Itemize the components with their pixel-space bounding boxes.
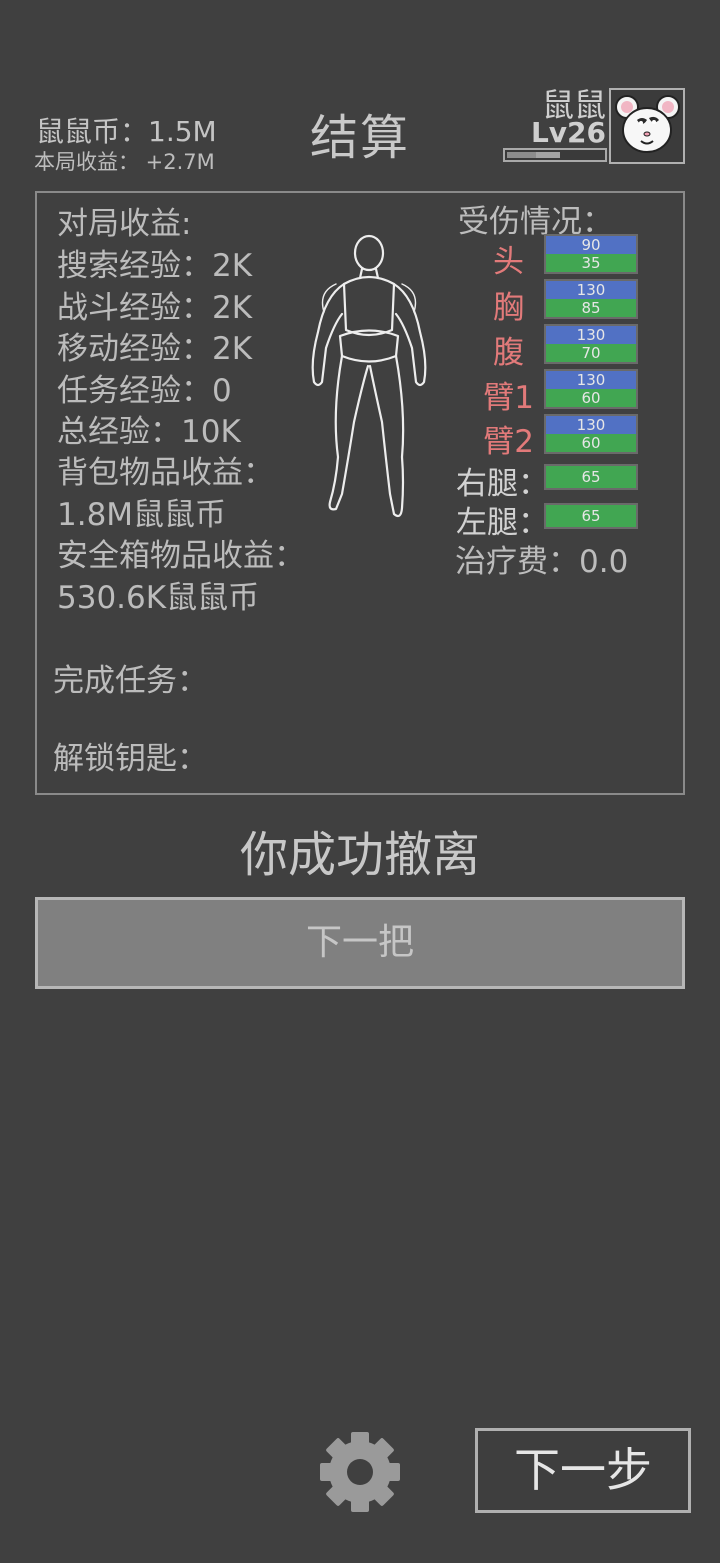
backpack-income-value: 1.8M鼠鼠币 xyxy=(57,497,227,533)
total-exp: 总经验：10K xyxy=(57,414,241,450)
head-hp: 90 35 xyxy=(544,234,638,274)
abdomen-hp: 130 70 xyxy=(544,324,638,364)
treatment-fee: 治疗费：0.0 xyxy=(455,544,629,580)
head-hp-max: 90 xyxy=(546,236,636,254)
task-exp: 任务经验：0 xyxy=(57,373,232,409)
settings-button[interactable] xyxy=(318,1430,402,1514)
abdomen-hp-current: 70 xyxy=(546,344,636,362)
right-leg-hp: 65 xyxy=(544,464,638,490)
completed-tasks-label: 完成任务： xyxy=(53,663,208,699)
gear-icon xyxy=(320,1432,400,1512)
arm2-hp: 130 60 xyxy=(544,414,638,454)
chest-hp-max: 130 xyxy=(546,281,636,299)
avatar[interactable] xyxy=(609,88,685,164)
arm2-hp-current: 60 xyxy=(546,434,636,452)
next-step-button[interactable]: 下一步 xyxy=(475,1428,691,1513)
match-income-heading: 对局收益: xyxy=(57,206,192,242)
player-level: Lv26 xyxy=(530,116,606,149)
search-exp: 搜索经验：2K xyxy=(57,248,253,284)
chest-hp-current: 85 xyxy=(546,299,636,317)
backpack-income-label: 背包物品收益： xyxy=(57,455,274,491)
arm2-label: 臂2 xyxy=(483,424,534,460)
head-hp-current: 35 xyxy=(546,254,636,272)
xp-progress-bar xyxy=(503,148,607,162)
arm1-hp-current: 60 xyxy=(546,389,636,407)
xp-progress-fill-highlight xyxy=(536,152,560,158)
combat-exp: 战斗经验：2K xyxy=(57,290,253,326)
move-exp: 移动经验：2K xyxy=(57,331,253,367)
left-leg-hp: 65 xyxy=(544,503,638,529)
safebox-income-label: 安全箱物品收益： xyxy=(57,538,305,574)
right-leg-hp-current: 65 xyxy=(546,466,636,488)
body-figure-icon xyxy=(311,234,427,518)
abdomen-hp-max: 130 xyxy=(546,326,636,344)
arm1-hp-max: 130 xyxy=(546,371,636,389)
xp-progress-fill xyxy=(507,152,536,158)
head-label: 头 xyxy=(493,244,524,280)
mouse-avatar-icon xyxy=(615,95,680,153)
arm1-hp: 130 60 xyxy=(544,369,638,409)
chest-hp: 130 85 xyxy=(544,279,638,319)
unlocked-keys-label: 解锁钥匙： xyxy=(53,741,208,777)
arm2-hp-max: 130 xyxy=(546,416,636,434)
arm1-label: 臂1 xyxy=(483,380,534,416)
extraction-result: 你成功撤离 xyxy=(239,827,480,883)
abdomen-label: 腹 xyxy=(493,335,524,371)
chest-label: 胸 xyxy=(493,290,524,326)
safebox-income-value: 530.6K鼠鼠币 xyxy=(57,580,260,616)
next-round-button[interactable]: 下一把 xyxy=(35,897,685,989)
left-leg-hp-current: 65 xyxy=(546,505,636,527)
